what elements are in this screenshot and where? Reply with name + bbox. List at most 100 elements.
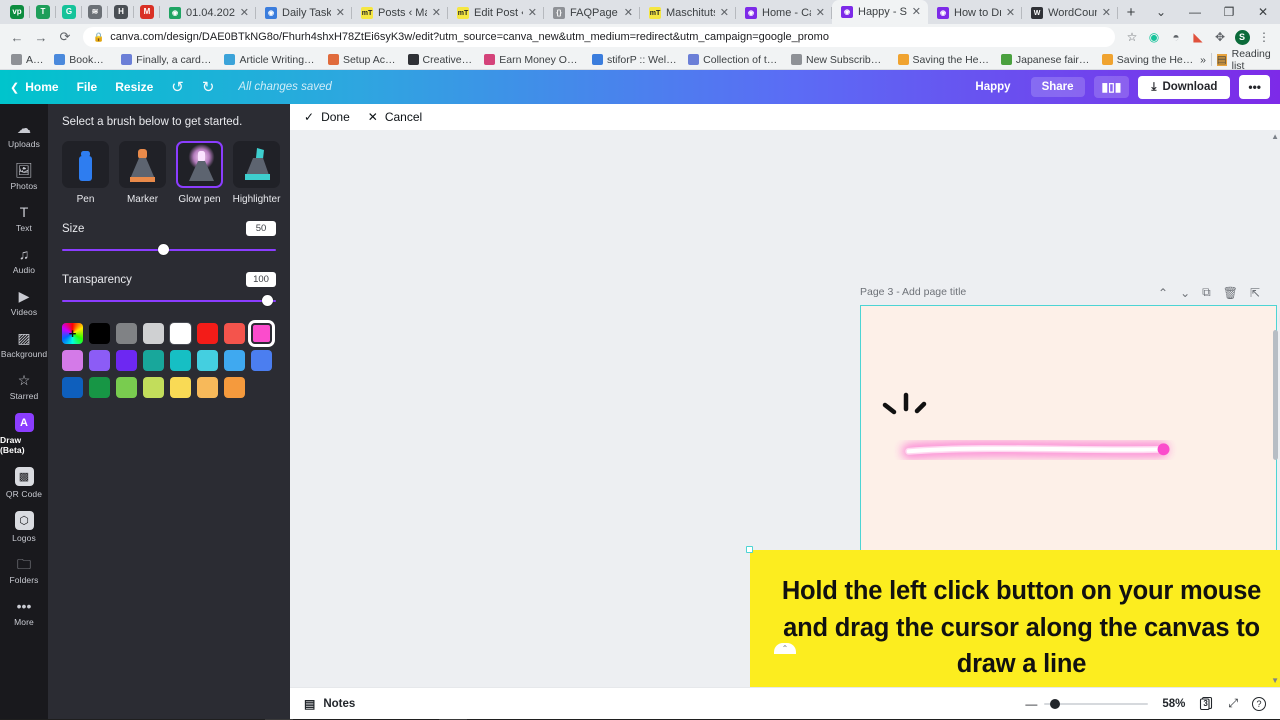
color-swatch-grey[interactable] <box>116 323 137 344</box>
color-swatch-orange[interactable] <box>224 377 245 398</box>
vp-pinned[interactable]: vp <box>4 0 30 24</box>
browser-tab[interactable]: ◉ Daily Task Sum ✕ <box>256 2 352 24</box>
bookmark-item[interactable]: Collection of the M... <box>683 52 785 68</box>
bar-chart-icon[interactable]: ▮▯▮ <box>1093 76 1130 98</box>
scroll-up-arrow[interactable]: ▲ <box>1271 132 1279 141</box>
transparency-value[interactable]: 100 <box>246 272 276 287</box>
color-swatch-light-orange[interactable] <box>197 377 218 398</box>
rail-item-audio[interactable]: ♫ Audio <box>0 238 48 280</box>
browser-tab[interactable]: ◉ 01.04.2022 - G ✕ <box>160 2 256 24</box>
color-swatch-green[interactable] <box>89 377 110 398</box>
color-swatch-purple[interactable] <box>116 350 137 371</box>
color-swatch-black[interactable] <box>89 323 110 344</box>
move-page-down-icon[interactable]: ⌄ <box>1180 286 1190 300</box>
tab-search-icon[interactable]: ⌄ <box>1144 0 1178 24</box>
brush-marker[interactable]: Marker <box>119 141 166 205</box>
new-tab-button[interactable]: + <box>1118 0 1144 24</box>
color-swatch-light-green[interactable] <box>116 377 137 398</box>
bookmark-item[interactable]: Saving the Hero (a... <box>1097 52 1199 68</box>
move-page-up-icon[interactable]: ⌃ <box>1158 286 1168 300</box>
bookmark-item[interactable]: Finally, a card capt... <box>116 52 218 68</box>
canvas-scrollbar[interactable]: ▲ ▼ <box>1271 130 1280 687</box>
color-swatch-blue[interactable] <box>251 350 272 371</box>
size-slider[interactable] <box>62 242 276 258</box>
browser-tab[interactable]: mT Posts ‹ Masch ✕ <box>352 2 448 24</box>
color-swatch-sky-blue[interactable] <box>224 350 245 371</box>
transparency-slider-knob[interactable] <box>262 295 273 306</box>
reading-list-label[interactable]: Reading list <box>1232 48 1272 72</box>
tab-close-icon[interactable]: ✕ <box>720 7 729 19</box>
mail-pinned[interactable]: M <box>134 0 160 24</box>
transparency-slider[interactable] <box>62 293 276 309</box>
browser-tab[interactable]: mT Edit Post ‹ Ma ✕ <box>448 2 544 24</box>
grammarly-icon[interactable]: ◉ <box>1144 27 1164 47</box>
color-swatch-deep-blue[interactable] <box>62 377 83 398</box>
tab-close-icon[interactable]: ✕ <box>528 7 537 19</box>
browser-tab[interactable]: ◉ How to Draw ✕ <box>928 2 1023 24</box>
canvas-scroll-thumb[interactable] <box>1273 330 1278 460</box>
extension-grey-icon[interactable]: ◓ <box>1166 27 1186 47</box>
help-icon[interactable]: ? <box>1252 696 1266 711</box>
bookmark-item[interactable]: Apps <box>6 52 48 68</box>
rail-item-videos[interactable]: ▶ Videos <box>0 280 48 322</box>
chrome-menu-icon[interactable]: ⋮ <box>1254 27 1274 47</box>
browser-tab[interactable]: {} FAQPage JSO ✕ <box>544 2 640 24</box>
home-button[interactable]: ❮ Home <box>10 80 59 94</box>
reload-icon[interactable]: ⟳ <box>54 26 76 48</box>
add-page-icon[interactable]: ⇱ <box>1250 286 1260 300</box>
tab-close-icon[interactable]: ✕ <box>624 7 633 19</box>
notes-collapse-handle[interactable]: ⌃ <box>774 643 796 654</box>
zoom-slider[interactable]: — <box>1025 697 1149 711</box>
browser-tab[interactable]: W WordCounter ✕ <box>1022 2 1118 24</box>
zoom-out-icon[interactable]: — <box>1025 697 1037 711</box>
file-menu-button[interactable]: File <box>77 80 98 94</box>
brush-glow-pen[interactable]: Glow pen <box>176 141 223 205</box>
extensions-puzzle-icon[interactable]: ✥ <box>1210 27 1230 47</box>
canvas-scroll-area[interactable]: Page 3 - Add page title ⌃ ⌄ ⧉ 🗑 ⇱ Hold t… <box>290 130 1280 687</box>
bookmark-item[interactable]: Setup Account <box>323 52 402 68</box>
megaphone-icon[interactable]: ◣ <box>1188 27 1208 47</box>
rail-item-photos[interactable]: 🖼 Photos <box>0 154 48 196</box>
h-pinned[interactable]: H <box>108 0 134 24</box>
color-swatch-white[interactable] <box>170 323 191 344</box>
expand-icon[interactable]: ⤢ <box>1228 696 1238 711</box>
page-manager-button[interactable]: 3 <box>1199 696 1214 711</box>
green-doc-pinned[interactable]: T <box>30 0 56 24</box>
size-slider-knob[interactable] <box>158 244 169 255</box>
rail-item-background[interactable]: ▨ Background <box>0 322 48 364</box>
color-swatch-sky-cyan[interactable] <box>197 350 218 371</box>
resize-button[interactable]: Resize <box>115 80 153 94</box>
notes-button[interactable]: ▤ Notes <box>304 697 355 711</box>
rail-item-starred[interactable]: ☆ Starred <box>0 364 48 406</box>
tab-close-icon[interactable]: ✕ <box>1102 7 1111 19</box>
stack-pinned[interactable]: ≋ <box>82 0 108 24</box>
account-name[interactable]: Happy <box>964 77 1021 97</box>
bookmark-star-icon[interactable]: ☆ <box>1122 27 1142 47</box>
bookmark-item[interactable]: Bookmarks <box>49 52 115 68</box>
size-value[interactable]: 50 <box>246 221 276 236</box>
color-swatch-light-grey[interactable] <box>143 323 164 344</box>
callout-text-box[interactable]: Hold the left click button on your mouse… <box>746 546 1280 687</box>
undo-icon[interactable]: ↺ <box>171 78 184 96</box>
tab-close-icon[interactable]: ✕ <box>912 6 921 18</box>
grammarly-pinned[interactable]: G <box>56 0 82 24</box>
rail-item-uploads[interactable]: ☁ Uploads <box>0 112 48 154</box>
maximize-button[interactable]: ❐ <box>1212 0 1246 24</box>
avatar[interactable]: S <box>1232 27 1252 47</box>
tab-close-icon[interactable]: ✕ <box>1006 7 1015 19</box>
color-swatch-custom-color-picker[interactable]: + <box>62 323 83 344</box>
redo-icon[interactable]: ↻ <box>202 78 215 96</box>
browser-tab[interactable]: ◉ Happy - Socia ✕ <box>832 0 928 24</box>
duplicate-page-icon[interactable]: ⧉ <box>1202 285 1211 300</box>
color-swatch-violet[interactable] <box>89 350 110 371</box>
tab-close-icon[interactable]: ✕ <box>336 7 345 19</box>
more-options-button[interactable]: ••• <box>1239 75 1270 99</box>
resize-handle-tl[interactable] <box>746 546 753 553</box>
brush-pen[interactable]: Pen <box>62 141 109 205</box>
zoom-slider-knob[interactable] <box>1050 698 1061 709</box>
done-button[interactable]: ✓ Done <box>304 110 350 124</box>
color-swatch-coral-red[interactable] <box>224 323 245 344</box>
back-icon[interactable]: ← <box>6 26 28 48</box>
color-swatch-yellow[interactable] <box>170 377 191 398</box>
tab-close-icon[interactable]: ✕ <box>432 7 441 19</box>
